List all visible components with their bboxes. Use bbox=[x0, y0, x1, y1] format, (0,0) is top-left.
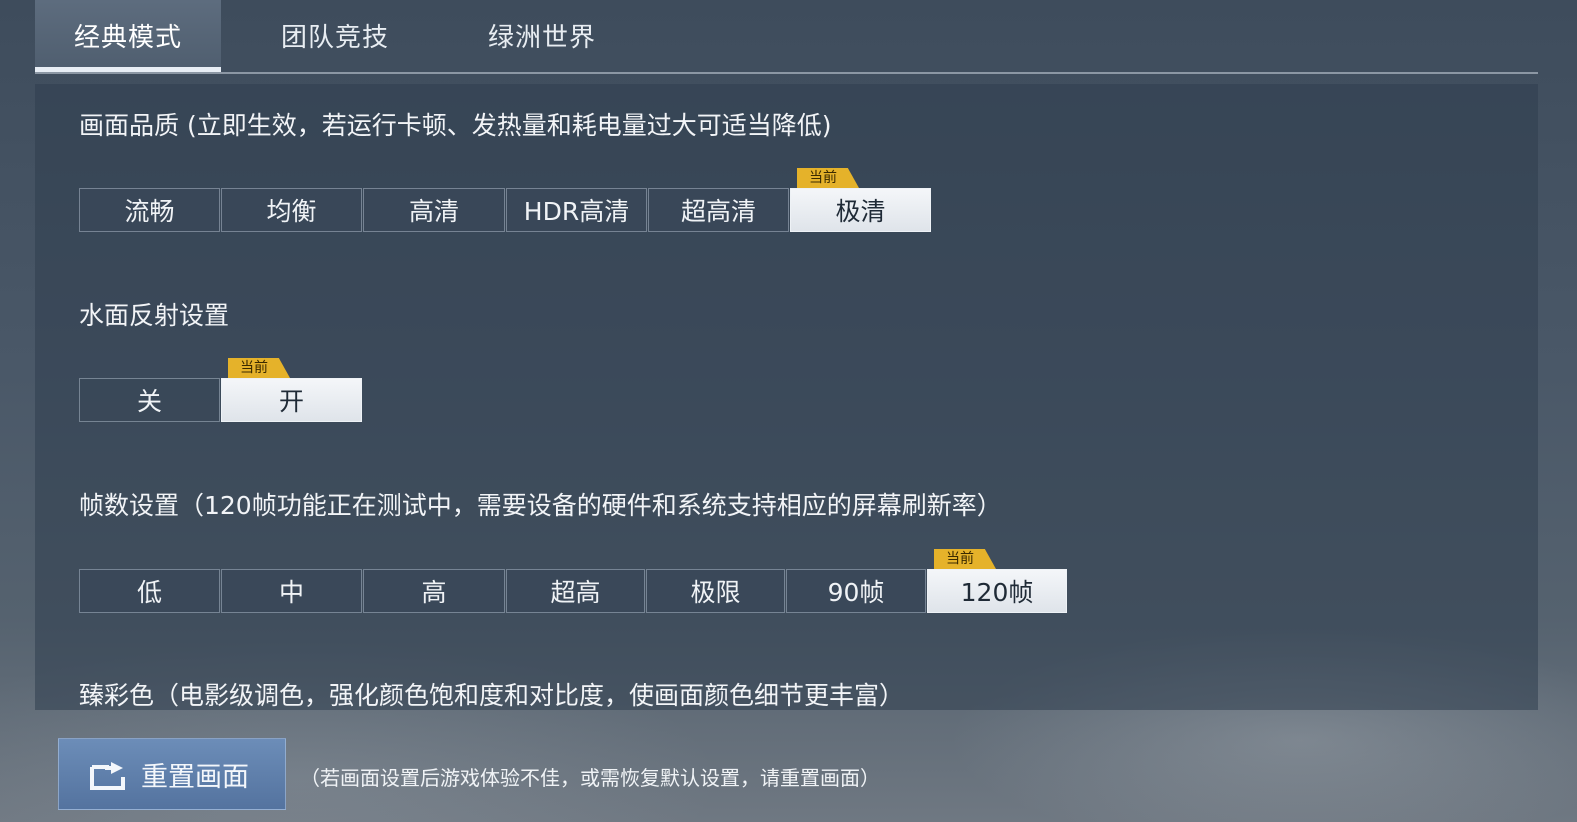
reset-hint: （若画面设置后游戏体验不佳，或需恢复默认设置，请重置画面） bbox=[300, 766, 880, 790]
current-badge: 当前 bbox=[228, 358, 290, 378]
water-options: 关 当前 开 bbox=[79, 358, 363, 422]
quality-option-smooth[interactable]: 流畅 bbox=[79, 188, 220, 232]
current-badge: 当前 bbox=[934, 549, 996, 569]
fps-option-120[interactable]: 当前 120帧 bbox=[927, 549, 1067, 613]
tab-team-deathmatch[interactable]: 团队竞技 bbox=[242, 0, 428, 70]
quality-title: 画面品质 (立即生效，若运行卡顿、发热量和耗电量过大可适当降低) bbox=[79, 111, 832, 140]
fps-options: 低 中 高 超高 极限 90帧 当前 120帧 bbox=[79, 549, 1068, 613]
fps-option-ultra[interactable]: 超高 bbox=[506, 569, 645, 613]
quality-option-extreme[interactable]: 当前 极清 bbox=[790, 168, 931, 232]
settings-panel: 画面品质 (立即生效，若运行卡顿、发热量和耗电量过大可适当降低) 流畅 均衡 高… bbox=[35, 84, 1538, 710]
reset-screen-icon bbox=[89, 759, 129, 790]
reset-screen-label: 重置画面 bbox=[141, 761, 249, 793]
reset-screen-button[interactable]: 重置画面 bbox=[58, 738, 286, 810]
fps-option-120-label: 120帧 bbox=[960, 578, 1034, 607]
quality-options: 流畅 均衡 高清 HDR高清 超高清 当前 极清 bbox=[79, 168, 932, 232]
fps-option-high[interactable]: 高 bbox=[363, 569, 505, 613]
mode-tabs: 经典模式 团队竞技 绿洲世界 bbox=[35, 0, 1538, 74]
fps-option-medium[interactable]: 中 bbox=[221, 569, 362, 613]
quality-option-uhd[interactable]: 超高清 bbox=[648, 188, 789, 232]
fps-option-90[interactable]: 90帧 bbox=[786, 569, 926, 613]
color-title: 臻彩色（电影级调色，强化颜色饱和度和对比度，使画面颜色细节更丰富） bbox=[79, 681, 905, 710]
water-title: 水面反射设置 bbox=[79, 301, 230, 330]
fps-title: 帧数设置（120帧功能正在测试中，需要设备的硬件和系统支持相应的屏幕刷新率） bbox=[79, 491, 1002, 520]
water-option-on[interactable]: 当前 开 bbox=[221, 358, 362, 422]
current-badge: 当前 bbox=[797, 168, 859, 188]
water-option-off[interactable]: 关 bbox=[79, 378, 220, 422]
quality-option-extreme-label: 极清 bbox=[835, 197, 886, 226]
quality-option-hdr[interactable]: HDR高清 bbox=[506, 188, 647, 232]
quality-option-hd[interactable]: 高清 bbox=[363, 188, 505, 232]
fps-option-low[interactable]: 低 bbox=[79, 569, 220, 613]
water-option-on-label: 开 bbox=[278, 387, 304, 416]
quality-option-balanced[interactable]: 均衡 bbox=[221, 188, 362, 232]
fps-option-extreme[interactable]: 极限 bbox=[646, 569, 785, 613]
tab-classic-mode[interactable]: 经典模式 bbox=[35, 0, 221, 72]
tab-oasis-world[interactable]: 绿洲世界 bbox=[449, 0, 635, 70]
